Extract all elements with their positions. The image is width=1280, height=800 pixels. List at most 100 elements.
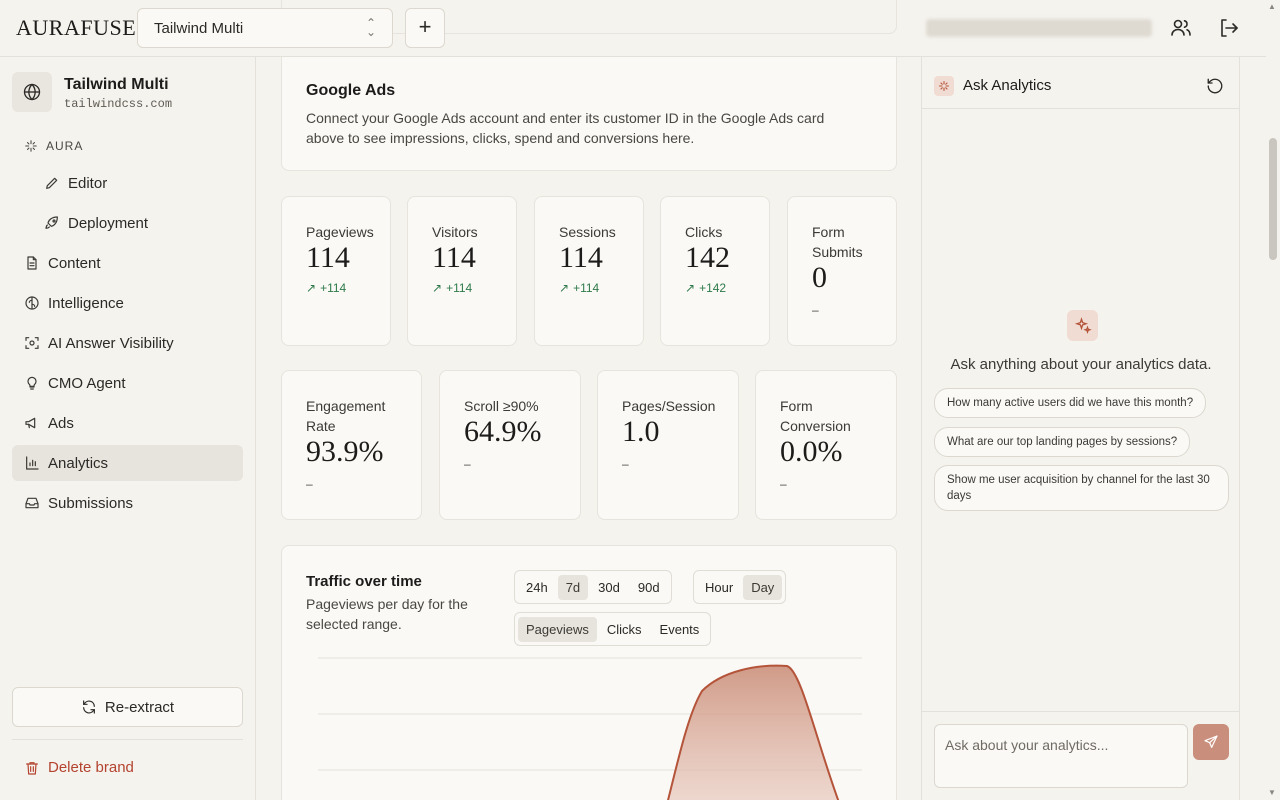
send-button[interactable] — [1193, 724, 1229, 760]
lightbulb-icon — [24, 375, 40, 391]
sparkles-icon — [934, 76, 954, 96]
document-icon — [24, 255, 40, 271]
metric-label: Clicks — [685, 224, 723, 240]
bar-chart-icon — [24, 455, 40, 471]
nav-section-aura: AURA — [24, 139, 83, 153]
google-ads-title: Google Ads — [306, 82, 396, 99]
sidebar-item-label: Analytics — [48, 454, 109, 472]
metric-card-visitors: Visitors 114 ↗ +114 — [407, 196, 517, 346]
google-ads-card: Google Ads Connect your Google Ads accou… — [281, 57, 897, 171]
metric-value: 114 — [306, 241, 350, 274]
sparkle-icon — [25, 140, 37, 152]
scrollbar-thumb[interactable] — [1269, 138, 1277, 260]
ask-analytics-input[interactable]: Ask about your analytics... — [934, 724, 1188, 788]
panel-title: Ask Analytics — [963, 77, 1052, 94]
metric-delta: – — [464, 457, 471, 471]
metric-delta: ↗ +114 — [559, 281, 599, 295]
globe-icon — [12, 72, 52, 112]
metric-card-engagement-rate: Engagement Rate 93.9% – — [281, 370, 422, 520]
metric-delta-value: +114 — [446, 281, 473, 295]
sidebar-item-submissions[interactable]: Submissions — [12, 485, 243, 521]
logout-icon[interactable] — [1217, 16, 1241, 40]
scroll-down-arrow[interactable]: ▼ — [1268, 788, 1276, 797]
brand-card[interactable]: Tailwind Multi tailwindcss.com — [12, 72, 244, 116]
metric-value: 142 — [685, 241, 730, 274]
trend-up-icon: ↗ — [306, 281, 317, 295]
scan-eye-icon — [24, 335, 40, 351]
rocket-icon — [44, 215, 60, 231]
trend-up-icon: ↗ — [432, 281, 443, 295]
metric-delta: – — [622, 457, 629, 471]
scroll-up-arrow[interactable]: ▲ — [1268, 2, 1276, 11]
metric-delta: ↗ +114 — [432, 281, 472, 295]
metric-delta: – — [780, 477, 787, 491]
sparkles-icon — [1067, 310, 1098, 341]
chevron-up-down-icon: ⌃ ⌄ — [365, 16, 376, 39]
sidebar-item-deployment[interactable]: Deployment — [12, 205, 243, 241]
sidebar: Tailwind Multi tailwindcss.com AURA Edit… — [0, 57, 256, 800]
metric-label: Scroll ≥90% — [464, 398, 539, 414]
metric-value: 114 — [559, 241, 603, 274]
metric-delta-value: +114 — [573, 281, 600, 295]
user-email-redacted — [926, 19, 1152, 37]
sidebar-item-label: Editor — [68, 174, 108, 192]
send-icon — [1204, 735, 1218, 748]
metric-value: 1.0 — [622, 415, 660, 448]
users-icon[interactable] — [1169, 16, 1193, 40]
sidebar-item-cmo-agent[interactable]: CMO Agent — [12, 365, 243, 401]
panel-footer-divider — [922, 711, 1240, 712]
reset-chat-icon[interactable] — [1206, 77, 1224, 95]
metric-delta: ↗ +142 — [685, 281, 726, 295]
metric-card-sessions: Sessions 114 ↗ +114 — [534, 196, 644, 346]
trash-icon — [26, 761, 38, 775]
delete-brand-label: Delete brand — [48, 759, 134, 776]
trend-up-icon: ↗ — [559, 281, 570, 295]
traffic-card: Traffic over time Pageviews per day for … — [281, 545, 897, 800]
sidebar-item-analytics[interactable]: Analytics — [12, 445, 243, 481]
metric-label: Pageviews — [306, 224, 374, 240]
suggestion-chip[interactable]: How many active users did we have this m… — [934, 388, 1207, 418]
reextract-button[interactable]: Re-extract — [12, 687, 243, 727]
app-logo[interactable]: AURAFUSE — [16, 15, 136, 41]
brand-domain: tailwindcss.com — [64, 97, 173, 111]
metric-value: 93.9% — [306, 435, 384, 468]
sidebar-item-label: Intelligence — [48, 294, 124, 312]
metric-card-scroll-depth: Scroll ≥90% 64.9% – — [439, 370, 581, 520]
sidebar-item-ai-answer-visibility[interactable]: AI Answer Visibility — [12, 325, 243, 361]
metric-value: 0 — [812, 261, 827, 294]
inbox-icon — [24, 495, 40, 511]
sidebar-item-content[interactable]: Content — [12, 245, 243, 281]
metric-card-pages-per-session: Pages/Session 1.0 – — [597, 370, 739, 520]
metric-label: Pages/Session — [622, 398, 716, 414]
brand-name: Tailwind Multi — [64, 76, 169, 93]
metric-label: Engagement Rate — [306, 398, 386, 434]
metric-delta: – — [812, 303, 819, 317]
sidebar-item-label: CMO Agent — [48, 374, 126, 392]
sidebar-item-label: Submissions — [48, 494, 134, 512]
metric-delta: ↗ +114 — [306, 281, 346, 295]
refresh-icon — [82, 700, 95, 714]
sidebar-item-editor[interactable]: Editor — [12, 165, 243, 201]
metric-value: 0.0% — [780, 435, 843, 468]
google-ads-description: Connect your Google Ads account and ente… — [306, 110, 825, 146]
add-brand-button[interactable]: + — [405, 8, 445, 48]
sidebar-item-intelligence[interactable]: Intelligence — [12, 285, 243, 321]
top-bar: AURAFUSE Tailwind Multi ⌃ ⌄ + — [0, 0, 1280, 57]
sidebar-item-label: Content — [48, 254, 101, 272]
metric-card-form-submits: Form Submits 0 – — [787, 196, 897, 346]
scrollbar-track[interactable] — [1266, 0, 1280, 800]
brand-selector[interactable]: Tailwind Multi ⌃ ⌄ — [137, 8, 393, 48]
delete-brand-button[interactable]: Delete brand — [24, 759, 134, 776]
nav-section-label: AURA — [46, 139, 84, 153]
metric-card-pageviews: Pageviews 114 ↗ +114 — [281, 196, 391, 346]
suggestion-chip[interactable]: Show me user acquisition by channel for … — [934, 465, 1229, 511]
panel-header: Ask Analytics — [922, 57, 1240, 109]
suggestion-chip[interactable]: What are our top landing pages by sessio… — [934, 427, 1191, 457]
brand-selector-value: Tailwind Multi — [154, 20, 244, 37]
traffic-chart — [318, 657, 862, 800]
metric-value: 64.9% — [464, 415, 542, 448]
brain-icon — [24, 295, 40, 311]
sidebar-item-ads[interactable]: Ads — [12, 405, 243, 441]
ask-analytics-panel: Ask Analytics Ask anything about your an… — [921, 57, 1240, 800]
metric-card-form-conversion: Form Conversion 0.0% – — [755, 370, 897, 520]
